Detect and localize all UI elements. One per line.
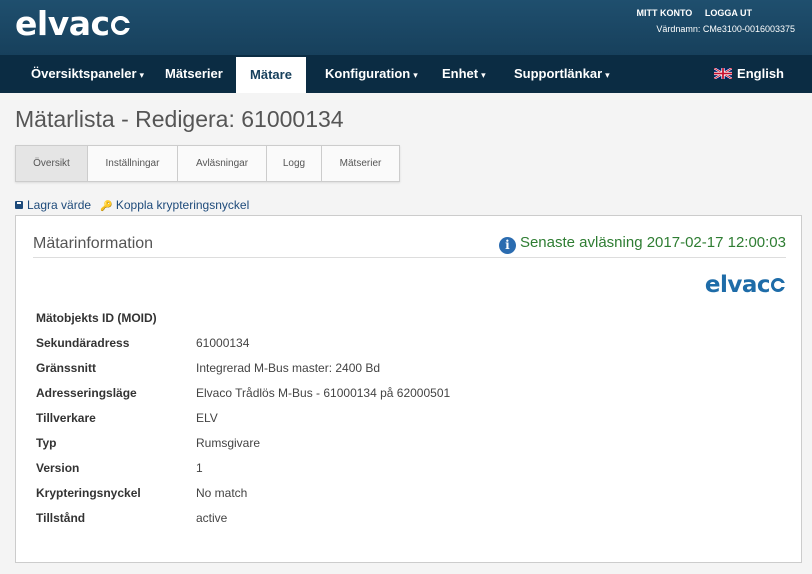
tab-matserier[interactable]: Mätserier [322,146,399,181]
my-account-link[interactable]: MITT KONTO [636,8,692,18]
chevron-down-icon: ▾ [413,70,418,80]
account-links: MITT KONTO LOGGA UT [626,8,752,18]
tab-oversikt[interactable]: Översikt [16,146,88,181]
nav-item-matare[interactable]: Mätare [236,57,306,93]
nav-item-oversiktspaneler[interactable]: Översiktspaneler ▾ [31,55,144,93]
detail-row-addressing-mode: Adresseringsläge Elvaco Trådlös M-Bus - … [36,386,451,400]
nav-item-matserier[interactable]: Mätserier [165,55,223,93]
language-selector[interactable]: English [714,55,784,93]
top-header: elvac MITT KONTO LOGGA UT Värdnamn: CMe3… [0,0,812,55]
detail-row-state: Tillstånd active [36,511,228,525]
meter-info-panel: Mätarinformation i Senaste avläsning 2017… [15,215,802,563]
tab-bar: Översikt Inställningar Avläsningar Logg … [15,145,400,182]
link-encryption-key-link[interactable]: 🔑 Koppla krypteringsnyckel [100,198,249,212]
nav-item-enhet[interactable]: Enhet ▾ [442,55,486,93]
detail-row-manufacturer: Tillverkare ELV [36,411,218,425]
save-icon [15,201,23,209]
page-title: Mätarlista - Redigera: 61000134 [15,106,344,132]
chevron-down-icon: ▾ [605,70,610,80]
action-links: Lagra värde 🔑 Koppla krypteringsnyckel [15,198,255,212]
main-nav: Översiktspaneler ▾ Mätserier Mätare Konfi… [0,55,812,93]
uk-flag-icon [714,68,733,79]
nav-item-konfiguration[interactable]: Konfiguration ▾ [325,55,418,93]
nav-item-supportlankar[interactable]: Supportlänkar ▾ [514,55,610,93]
detail-row-secondary-address: Sekundäradress 61000134 [36,336,250,350]
detail-row-encryption-key: Krypteringsnyckel No match [36,486,248,500]
elvaco-brand-logo: elvac [705,272,787,298]
panel-title: Mätarinformation [33,235,154,252]
key-icon: 🔑 [100,201,113,212]
tab-logg[interactable]: Logg [267,146,322,181]
hostname-text: Värdnamn: CMe3100-0016003375 [656,24,795,34]
detail-row-moid: Mätobjekts ID (MOID) [36,311,157,325]
save-value-link[interactable]: Lagra värde [15,198,91,212]
tab-avlasningar[interactable]: Avläsningar [178,146,267,181]
info-icon: i [498,237,516,254]
detail-row-type: Typ Rumsgivare [36,436,261,450]
logout-link[interactable]: LOGGA UT [705,8,752,18]
chevron-down-icon: ▾ [139,70,145,80]
elvaco-logo[interactable]: elvac [15,4,132,43]
chevron-down-icon: ▾ [481,70,486,80]
last-reading-status: i Senaste avläsning 2017-02-17 12:00:03 [498,234,786,254]
detail-row-interface: Gränssnitt Integrerad M-Bus master: 2400… [36,361,381,375]
detail-row-version: Version 1 [36,461,203,475]
tab-installningar[interactable]: Inställningar [88,146,178,181]
panel-header: Mätarinformation i Senaste avläsning 2017… [33,234,786,258]
